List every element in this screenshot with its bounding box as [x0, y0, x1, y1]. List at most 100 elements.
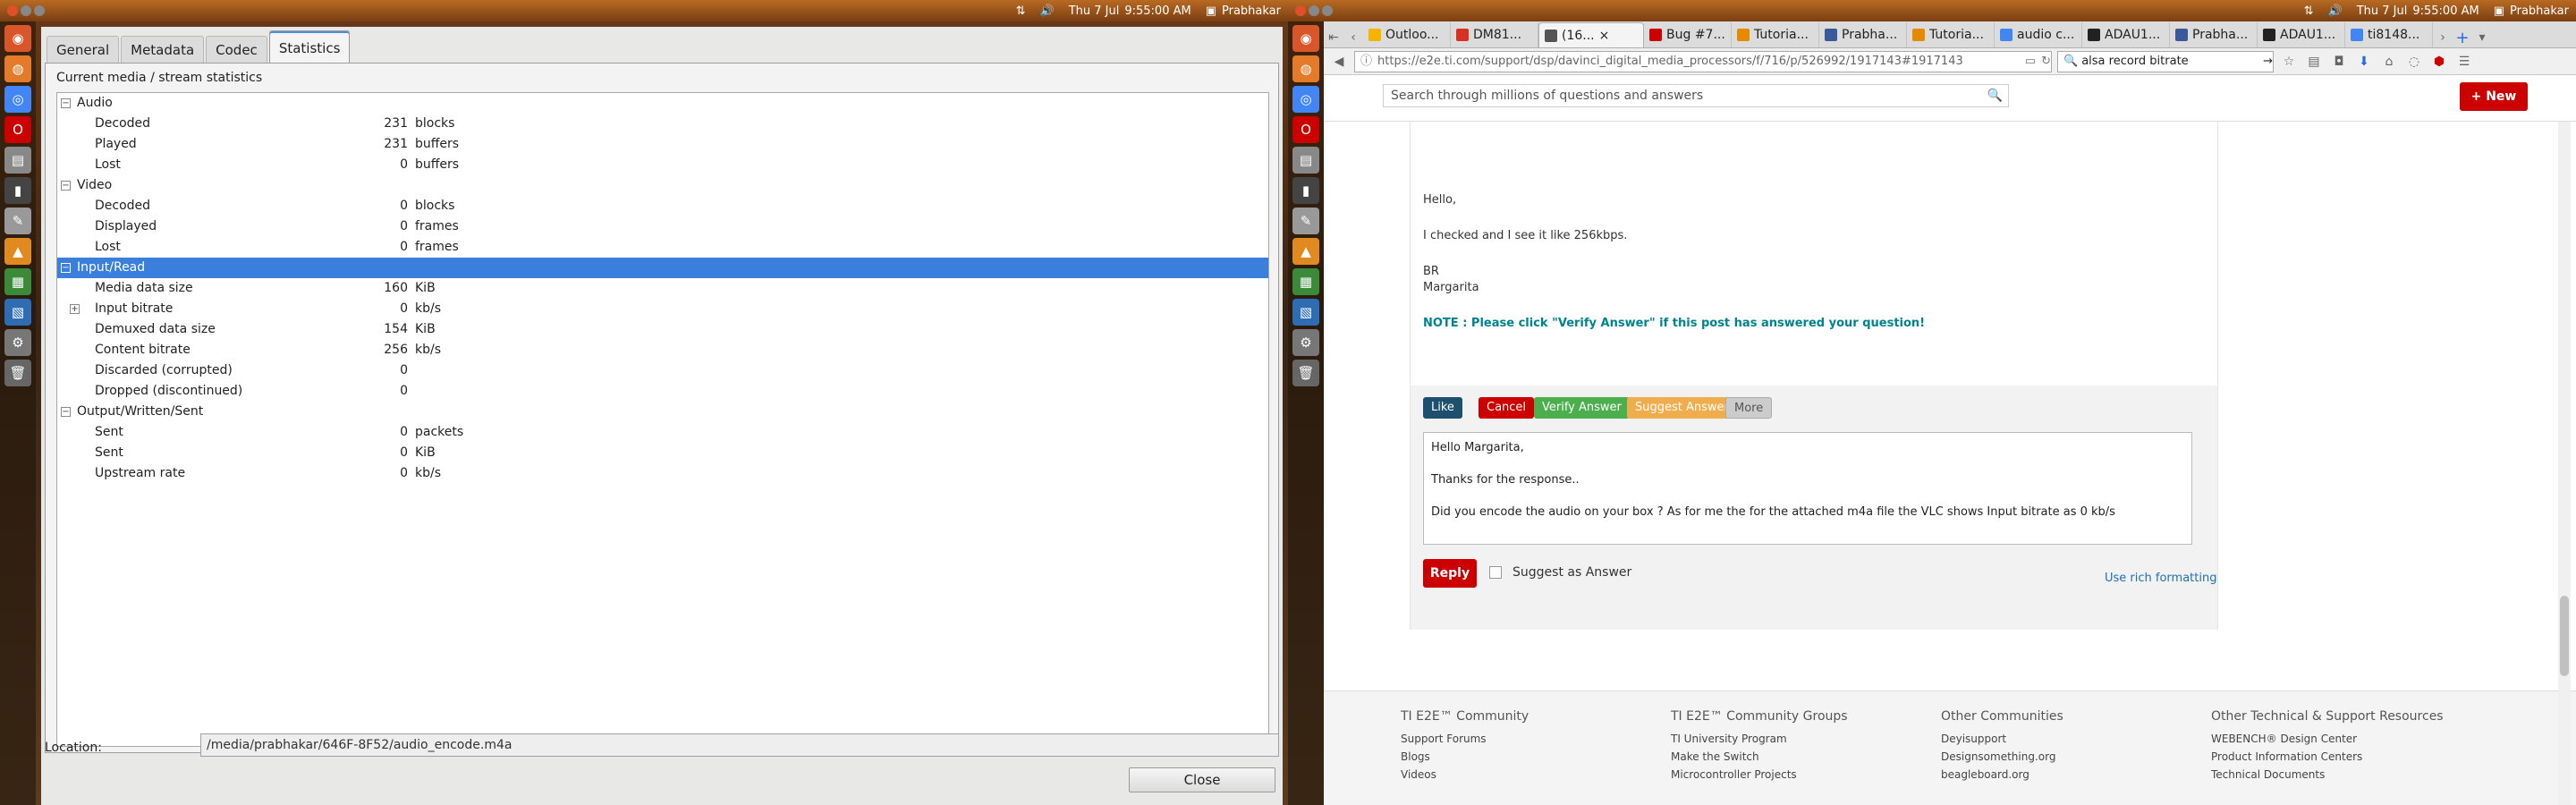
more-button[interactable]: More [1725, 397, 1773, 419]
footer-link[interactable]: Technical Documents [2211, 768, 2444, 781]
browser-tab[interactable]: Tutoria... [1732, 22, 1819, 47]
files-icon[interactable]: ▤ [4, 147, 31, 174]
scrollbar-thumb[interactable] [2560, 596, 2569, 676]
network-icon[interactable]: ⇅ [2304, 4, 2314, 18]
footer-link[interactable]: Deyisupport [1941, 733, 2063, 745]
reply-button[interactable]: Reply [1423, 559, 1477, 588]
url-bar[interactable]: ⓘ https://e2e.ti.com/support/dsp/davinci_… [1354, 50, 2052, 72]
calc-icon[interactable]: ▦ [1292, 268, 1319, 295]
settings-icon[interactable]: ⚙ [4, 329, 31, 356]
tab-general[interactable]: General [47, 36, 120, 64]
editor-icon[interactable]: ✎ [4, 208, 31, 234]
chrome-icon[interactable]: ◎ [4, 86, 31, 113]
collapse-icon[interactable]: − [61, 181, 71, 191]
browser-tab[interactable]: audio c... [1995, 22, 2082, 47]
pocket-icon[interactable]: ◘ [2329, 52, 2349, 72]
tree-stat-row[interactable]: Media data size 160 KiB [57, 278, 1268, 299]
cancel-button[interactable]: Cancel [1479, 397, 1535, 419]
maximize-window-icon[interactable] [34, 5, 45, 16]
tab-metadata[interactable]: Metadata [121, 36, 205, 64]
statistics-tree[interactable]: − Audio Decoded 231 blocks Played 231 buffers Lo… [56, 92, 1269, 747]
tree-stat-row[interactable]: Sent 0 packets [57, 422, 1268, 443]
close-window-icon[interactable] [1295, 5, 1306, 16]
tree-stat-row[interactable]: Lost 0 frames [57, 237, 1268, 258]
collapse-icon[interactable]: − [61, 407, 71, 417]
footer-link[interactable]: Support Forums [1401, 733, 1529, 745]
tree-stat-row[interactable]: Displayed 0 frames [57, 216, 1268, 237]
firefox-icon[interactable]: ◍ [1292, 55, 1319, 82]
network-icon[interactable]: ⇅ [1016, 4, 1026, 18]
dash-icon[interactable]: ◉ [4, 25, 31, 52]
search-icon[interactable]: 🔍 [1987, 85, 2003, 106]
collapse-icon[interactable]: − [61, 98, 71, 108]
reply-textarea[interactable]: Hello Margarita, Thanks for the response… [1423, 432, 2192, 545]
vlc-icon[interactable]: ▲ [1292, 238, 1319, 265]
reload-icon[interactable]: ↻ [2041, 52, 2051, 72]
volume-icon[interactable]: 🔊 [2328, 4, 2343, 18]
browser-tab[interactable]: Bug #7... [1644, 22, 1732, 47]
tree-group-row[interactable]: − Video [57, 175, 1268, 196]
footer-link[interactable]: Microcontroller Projects [1671, 768, 1848, 781]
bookmark-star-icon[interactable]: ☆ [2279, 52, 2299, 72]
trash-icon[interactable]: 🗑 [1292, 360, 1319, 386]
expand-icon[interactable]: + [70, 304, 80, 314]
files-icon[interactable]: ▤ [1292, 147, 1319, 174]
browser-tab[interactable]: ADAU1... [2082, 22, 2170, 47]
editor-icon[interactable]: ✎ [1292, 208, 1319, 234]
maximize-window-icon[interactable] [1322, 5, 1333, 16]
browser-tab[interactable]: Tutoria... [1907, 22, 1995, 47]
opera-icon[interactable]: O [1292, 116, 1319, 143]
clock[interactable]: Thu 7 Jul 9:55:00 AM [2357, 4, 2479, 18]
close-window-icon[interactable] [7, 5, 18, 16]
tab-right-arrow-icon[interactable]: › [2433, 28, 2453, 47]
tab-scroll-left-icon[interactable]: ⇤ [1324, 28, 1343, 47]
minimize-window-icon[interactable] [21, 5, 31, 16]
collapse-icon[interactable]: − [61, 263, 71, 273]
browser-tab[interactable]: DM81... [1451, 22, 1538, 47]
tab-codec[interactable]: Codec [206, 36, 267, 64]
location-field[interactable]: /media/prabhakar/646F-8F52/audio_encode.… [200, 733, 1279, 757]
user-menu[interactable]: ▣ Prabhakar [2494, 4, 2569, 18]
tree-stat-row[interactable]: Dropped (discontinued) 0 [57, 381, 1268, 402]
dash-icon[interactable]: ◉ [1292, 25, 1319, 52]
browser-tab[interactable]: ADAU1... [2258, 22, 2345, 47]
footer-link[interactable]: WEBENCH® Design Center [2211, 733, 2444, 745]
back-icon[interactable]: ◀ [1329, 52, 1349, 72]
terminal-icon[interactable]: ▮ [4, 177, 31, 204]
chrome-icon[interactable]: ◎ [1292, 86, 1319, 113]
clock[interactable]: Thu 7 Jul 9:55:00 AM [1069, 4, 1191, 18]
vlc-icon[interactable]: ▲ [4, 238, 31, 265]
footer-link[interactable]: Blogs [1401, 750, 1529, 763]
footer-link[interactable]: Videos [1401, 768, 1529, 781]
footer-link[interactable]: Product Information Centers [2211, 750, 2444, 763]
firefox-icon[interactable]: ◍ [4, 55, 31, 82]
browser-tab[interactable]: ti8148... [2345, 22, 2433, 47]
tree-stat-row[interactable]: Upstream rate 0 kb/s [57, 463, 1268, 484]
identity-icon[interactable]: ⓘ [1360, 52, 1372, 72]
tree-stat-row[interactable]: Sent 0 KiB [57, 443, 1268, 463]
tree-group-row[interactable]: − Output/Written/Sent [57, 402, 1268, 422]
tree-stat-row[interactable]: + Input bitrate 0 kb/s [57, 299, 1268, 319]
browser-tab[interactable]: (16... × [1538, 22, 1644, 47]
opera-icon[interactable]: O [4, 116, 31, 143]
terminal-icon[interactable]: ▮ [1292, 177, 1319, 204]
minimize-window-icon[interactable] [1309, 5, 1319, 16]
footer-link[interactable]: beagleboard.org [1941, 768, 2063, 781]
like-button[interactable]: Like [1423, 397, 1462, 419]
tree-stat-row[interactable]: Decoded 231 blocks [57, 114, 1268, 134]
footer-link[interactable]: Make the Switch [1671, 750, 1848, 763]
chat-icon[interactable]: ◌ [2404, 52, 2424, 72]
tree-group-row[interactable]: − Input/Read [57, 258, 1268, 278]
close-button[interactable]: Close [1129, 767, 1275, 792]
calc-icon[interactable]: ▦ [4, 268, 31, 295]
footer-link[interactable]: TI University Program [1671, 733, 1848, 745]
browser-tab[interactable]: Prabha... [1819, 22, 1907, 47]
tab-left-arrow-icon[interactable]: ‹ [1343, 28, 1363, 47]
home-icon[interactable]: ⌂ [2379, 52, 2399, 72]
trash-icon[interactable]: 🗑 [4, 360, 31, 386]
download-icon[interactable]: ⬇ [2354, 52, 2374, 72]
new-tab-icon[interactable]: + [2453, 28, 2472, 47]
site-search-input[interactable]: Search through millions of questions and… [1383, 84, 2009, 107]
tree-stat-row[interactable]: Discarded (corrupted) 0 [57, 360, 1268, 381]
tree-stat-row[interactable]: Lost 0 buffers [57, 155, 1268, 175]
